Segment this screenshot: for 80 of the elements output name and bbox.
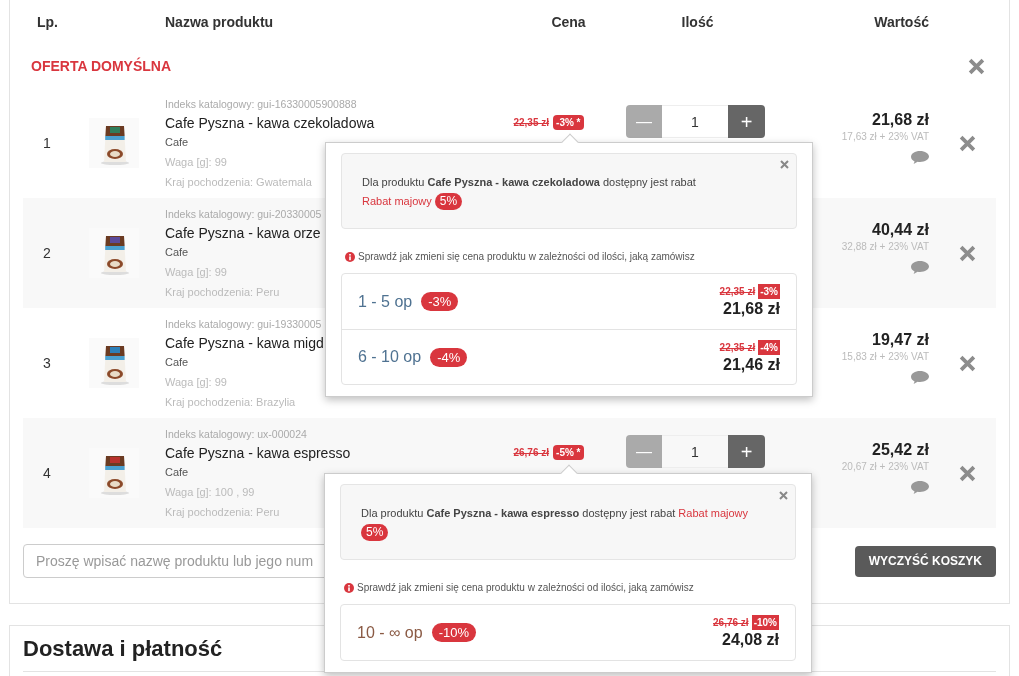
quantity-hint: Sprawdź jak zmieni się cena produktu w zależności od ilości, jaką zamówisz [357,581,694,595]
column-header: Lp. [37,14,58,30]
discount-message: Dla produktu Cafe Pyszna - kawa czekoladowa dostępny jest rabat Rabat majowy 5% [362,175,697,211]
promo-link[interactable]: Rabat majowy [362,195,432,207]
close-icon[interactable] [968,58,985,75]
catalog-index: Indeks katalogowy: gui-20330005 [165,207,322,222]
line-total: 25,42 zł [872,440,929,460]
comment-icon[interactable] [911,370,929,385]
catalog-index: Indeks katalogowy: gui-16330005900888 [165,97,357,112]
discount-badge: -4% [430,347,468,367]
close-icon[interactable] [780,160,789,169]
quantity-range: 1 - 5 op [358,291,413,312]
product-category: Cafe [165,245,189,260]
alert-icon [344,582,354,593]
product-weight: Waga [g]: 99 [165,155,227,170]
product-category: Cafe [165,135,189,150]
comment-icon[interactable] [911,150,929,165]
quantity-hint: Sprawdź jak zmieni się cena produktu w zależności od ilości, jaką zamówisz [358,250,695,264]
discount-badge: 5% [434,193,463,210]
catalog-index: Indeks katalogowy: ux-000024 [165,427,307,442]
discount-tag: -3% * [553,115,584,130]
tier-price: 21,46 zł [723,354,780,375]
column-header: Wartość [874,14,929,30]
quantity-range: 10 - ∞ op [357,622,423,643]
net-price: 15,83 zł + 23% VAT [841,350,929,364]
column-header: Nazwa produktu [165,14,274,30]
close-icon[interactable] [959,134,976,152]
row-number: 1 [43,135,51,151]
line-total: 19,47 zł [872,330,929,350]
discount-tag: -3% [758,284,780,299]
product-name[interactable]: Cafe Pyszna - kawa espresso [165,444,351,462]
offer-label: OFERTA DOMYŚLNA [30,56,171,76]
discount-badge: -3% [421,292,459,311]
product-origin: Kraj pochodzenia: Brazylia [165,395,296,410]
discount-tag: -4% [758,339,780,355]
column-header: Ilość [681,14,714,30]
discount-tag: -10% [751,615,779,630]
old-price: 22,35 zł [719,340,756,355]
discount-message: Dla produktu Cafe Pyszna - kawa espresso dostępny jest rabat Rabat majowy 5% [361,506,750,542]
increase-button[interactable]: + [728,105,765,138]
quantity-range: 6 - 10 op [358,347,422,367]
catalog-index: Indeks katalogowy: gui-19330005 [165,317,322,332]
comment-icon[interactable] [911,260,929,275]
tier-price: 24,08 zł [722,630,779,650]
product-weight: Waga [g]: 99 [165,375,227,390]
close-icon[interactable] [959,464,976,482]
net-price: 20,67 zł + 23% VAT [841,460,929,474]
net-price: 32,88 zł + 23% VAT [841,240,929,254]
product-name[interactable]: Cafe Pyszna - kawa orze [165,224,321,242]
discount-badge: -10% [431,623,477,642]
increase-button[interactable]: + [728,435,765,468]
alert-icon [345,251,355,262]
clear-cart-button[interactable]: WYCZYŚĆ KOSZYK [854,545,996,577]
line-total: 21,68 zł [872,110,929,130]
close-icon[interactable] [779,491,788,500]
product-origin: Kraj pochodzenia: Peru [165,505,280,520]
promo-link[interactable]: Rabat majowy [678,507,749,519]
row-number: 4 [43,465,51,481]
row-number: 3 [43,355,51,371]
tier-price: 21,68 zł [723,299,780,319]
old-price: 26,76 zł [513,446,550,460]
product-origin: Kraj pochodzenia: Peru [165,285,280,300]
old-price: 22,35 zł [719,285,756,299]
section-title: Dostawa i płatność [23,636,223,661]
column-header: Cena [551,14,586,30]
product-category: Cafe [165,355,189,370]
product-name[interactable]: Cafe Pyszna - kawa migd [165,334,324,352]
net-price: 17,63 zł + 23% VAT [841,130,929,144]
row-number: 2 [43,245,51,261]
comment-icon[interactable] [911,480,929,495]
discount-tag: -5% * [553,445,584,460]
old-price: 26,76 zł [713,616,749,630]
product-category: Cafe [165,465,189,480]
product-name[interactable]: Cafe Pyszna - kawa czekoladowa [165,114,375,132]
close-icon[interactable] [959,354,976,372]
close-icon[interactable] [959,244,976,262]
product-origin: Kraj pochodzenia: Gwatemala [165,175,312,190]
old-price: 22,35 zł [513,116,550,130]
line-total: 40,44 zł [872,220,929,240]
discount-badge: 5% [361,524,389,541]
